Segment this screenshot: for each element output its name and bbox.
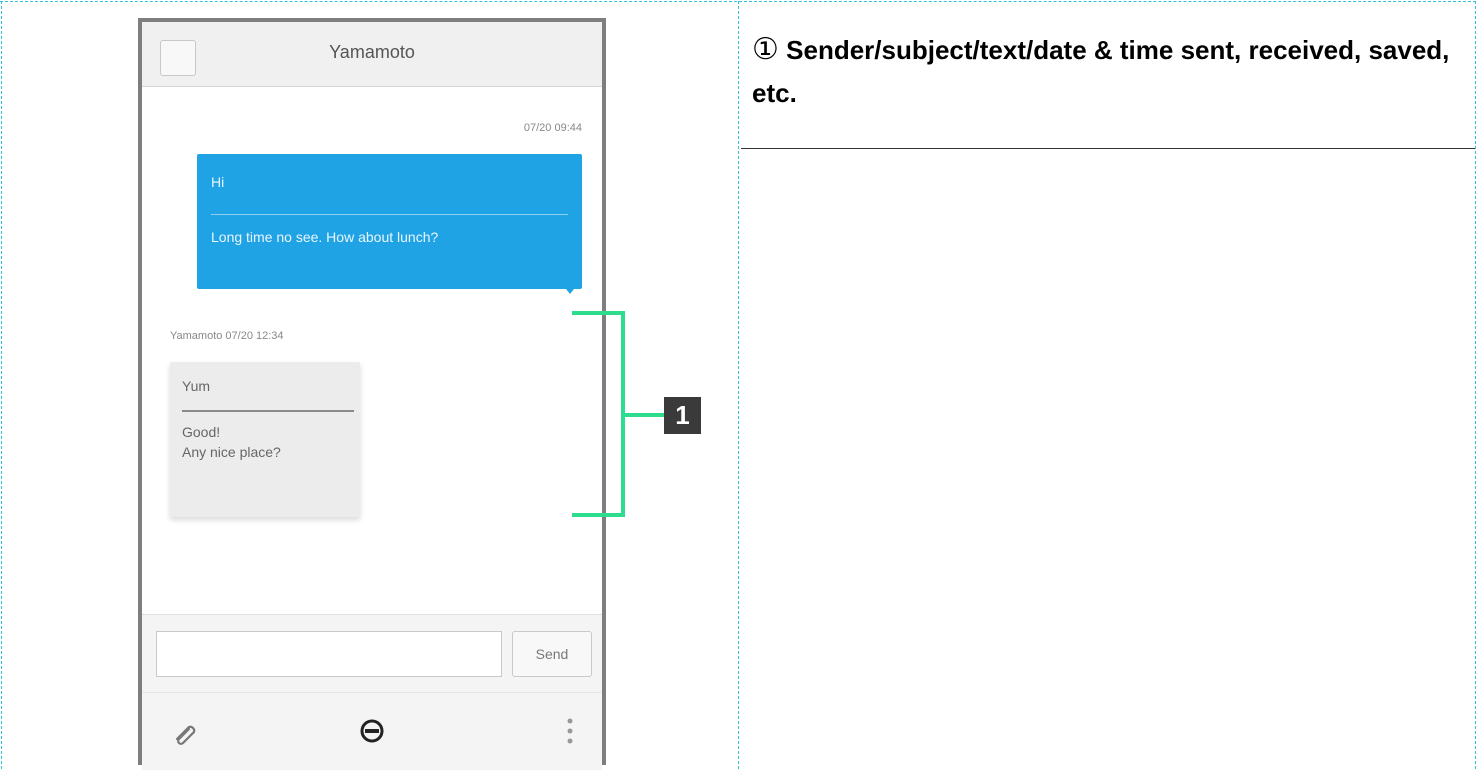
sent-message-bubble[interactable]: Hi Long time no see. How about lunch?	[197, 154, 582, 289]
description-marker: ①	[752, 33, 779, 66]
cell-border-middle	[738, 1, 739, 769]
received-body: Good! Any nice place?	[182, 422, 354, 462]
description-underline	[741, 148, 1475, 149]
sent-timestamp: 07/20 09:44	[523, 122, 582, 134]
callout-bracket-top	[572, 311, 625, 315]
sent-body: Long time no see. How about lunch?	[211, 229, 439, 245]
description-text: ① Sender/subject/text/date & time sent, …	[752, 28, 1462, 115]
send-button[interactable]: Send	[512, 631, 592, 677]
menu-icon[interactable]	[562, 713, 578, 749]
received-message-bubble[interactable]: Yum Good! Any nice place?	[170, 362, 360, 517]
sent-bubble-tail	[562, 284, 578, 294]
received-subject: Yum	[182, 378, 211, 394]
cell-border-left	[1, 1, 2, 769]
bottom-toolbar	[142, 692, 602, 770]
sent-subject: Hi	[211, 174, 225, 190]
compose-area: Send	[142, 614, 602, 693]
cell-border-right	[1475, 1, 1476, 769]
callout-number-badge: 1	[664, 397, 701, 434]
received-body-line2: Any nice place?	[182, 444, 281, 460]
description-label: Sender/subject/text/date & time sent, re…	[752, 35, 1450, 108]
emoji-icon[interactable]	[356, 715, 388, 747]
message-input[interactable]	[156, 631, 502, 677]
conversation-title: Yamamoto	[329, 42, 415, 62]
callout-bracket-bottom	[572, 513, 625, 517]
phone-screen: Yamamoto 07/20 09:44 Hi Long time no see…	[138, 18, 606, 770]
title-bar: Yamamoto	[142, 22, 602, 87]
sent-divider	[211, 214, 568, 215]
received-divider	[182, 410, 354, 412]
attach-icon[interactable]	[170, 717, 200, 747]
received-body-line1: Good!	[182, 424, 221, 440]
callout-connector	[621, 413, 664, 417]
received-meta: Yamamoto 07/20 12:34	[170, 330, 284, 342]
